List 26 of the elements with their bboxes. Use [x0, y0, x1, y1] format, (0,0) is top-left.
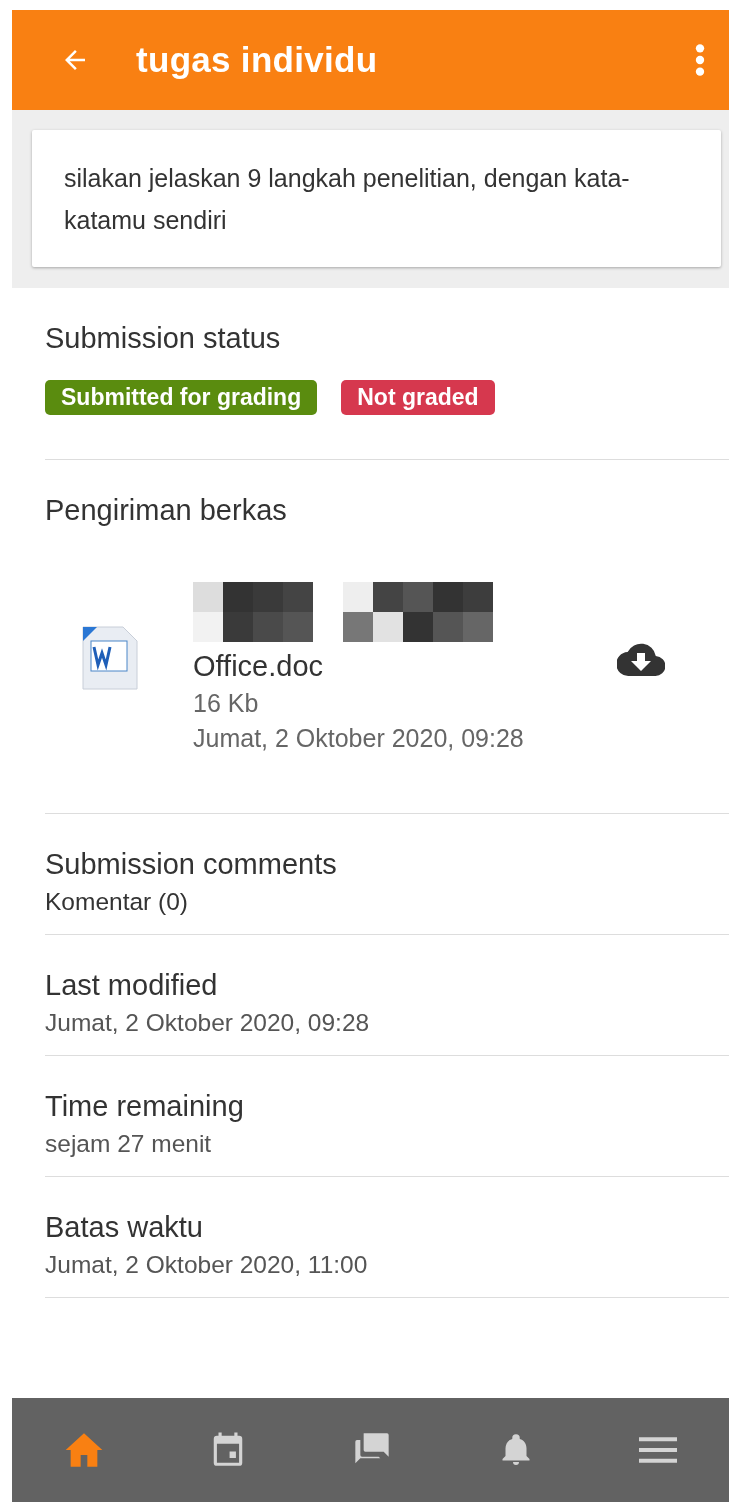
section-title: Submission status [45, 321, 282, 356]
word-document-icon [79, 624, 141, 691]
nav-tab[interactable] [64, 1431, 105, 1469]
section-value: sejam 27 menit [45, 1130, 213, 1158]
home-icon [64, 1431, 105, 1469]
section-title: Pengiriman berkas [45, 493, 288, 528]
section-title: Last modified [45, 968, 219, 1003]
page-title: tugas individu [136, 40, 379, 80]
download-button[interactable] [617, 642, 665, 677]
more-vertical-icon [695, 43, 705, 77]
file-size: 16 Kb [193, 689, 260, 718]
more-options-button[interactable] [695, 43, 705, 77]
file-date: Jumat, 2 Oktober 2020, 09:28 [193, 724, 525, 753]
section-title: Time remaining [45, 1089, 245, 1124]
section-title: Batas waktu [45, 1210, 204, 1245]
section-value: Jumat, 2 Oktober 2020, 11:00 [45, 1251, 369, 1279]
status-badge: Submitted for grading [45, 380, 318, 415]
assignment-description: silakan jelaskan 9 langkah penelitian, dengan kata-katamu sendiri [32, 130, 721, 267]
section-title: Submission comments [45, 847, 338, 882]
status-badge: Not graded [341, 380, 495, 415]
menu-icon [638, 1435, 677, 1465]
file-name[interactable]: Office.doc [193, 650, 617, 683]
cloud-download-icon [617, 642, 665, 677]
section-value: Jumat, 2 Oktober 2020, 09:28 [45, 1009, 371, 1037]
comments-link[interactable]: Komentar (0) [45, 888, 729, 916]
nav-tab[interactable] [638, 1435, 677, 1465]
